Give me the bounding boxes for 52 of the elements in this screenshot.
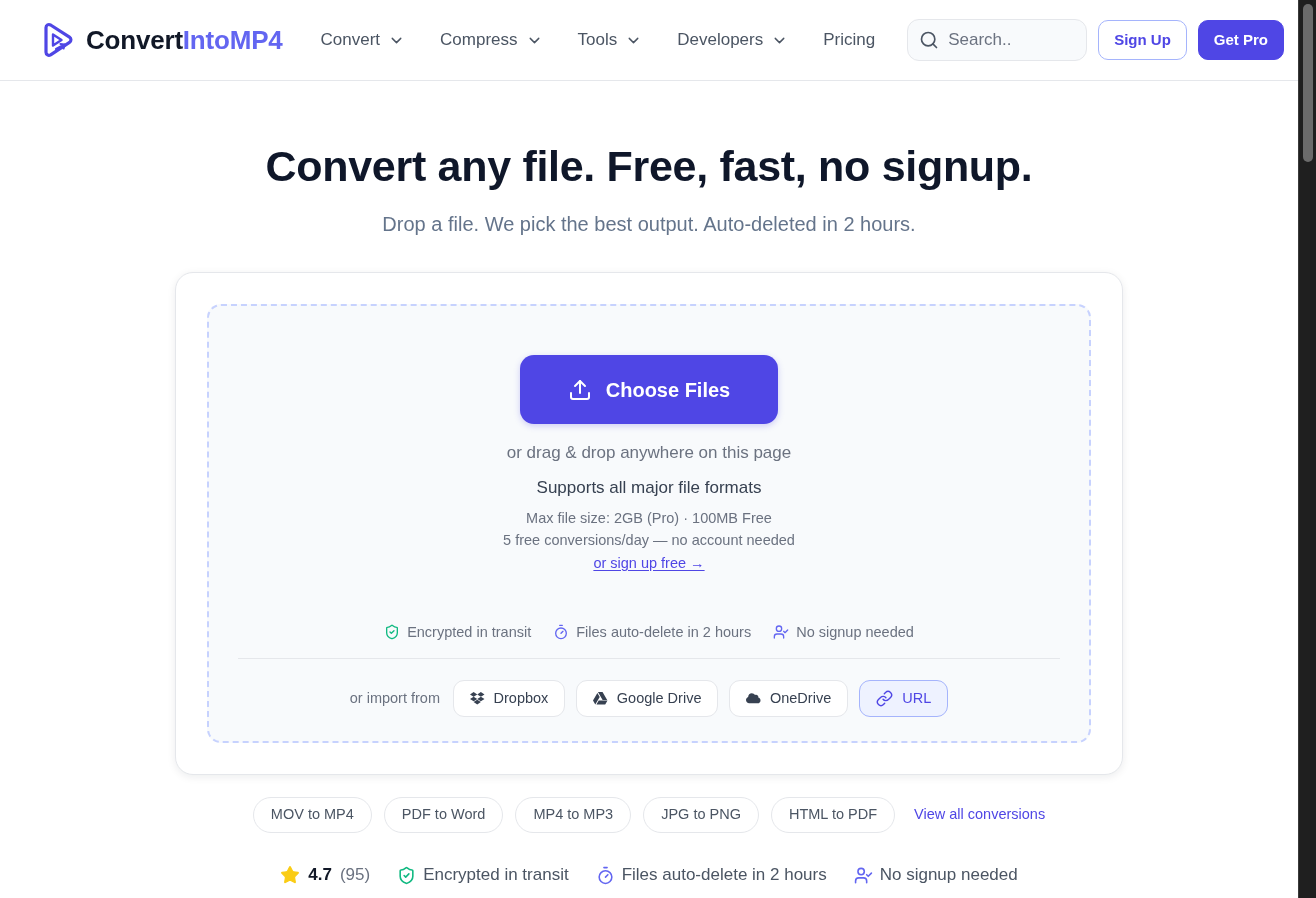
stopwatch-icon: [553, 624, 570, 640]
formats-text: Supports all major file formats: [536, 477, 762, 499]
drive-icon: [593, 691, 608, 706]
sign-up-button[interactable]: Sign Up: [1098, 20, 1187, 60]
trust-label: No signup needed: [796, 623, 914, 642]
sign-up-link[interactable]: or sign up free →: [593, 552, 705, 574]
nav-menu-item[interactable]: Developers: [677, 27, 789, 53]
import-source-button[interactable]: Dropbox: [453, 680, 566, 717]
rating-count: (95): [339, 864, 371, 886]
trust-label: Files auto-delete in 2 hours: [576, 623, 752, 642]
logo-icon[interactable]: [42, 22, 73, 58]
upload-icon: [567, 377, 592, 402]
nav-menu-item[interactable]: Convert: [320, 27, 406, 53]
nav-menu-item[interactable]: Pricing: [823, 27, 876, 53]
conversion-chip[interactable]: JPG to PNG: [643, 797, 759, 833]
import-source-button[interactable]: Google Drive: [576, 680, 719, 717]
scrollbar-thumb[interactable]: [1302, 4, 1313, 162]
trust-label: Encrypted in transit: [407, 623, 532, 642]
hero-title: Convert any file. Free, fast, no signup.: [265, 141, 1033, 192]
user-check-icon: [853, 865, 873, 885]
search-field[interactable]: Search..: [907, 19, 1088, 61]
shield-check-icon: [384, 624, 401, 640]
conversion-chip[interactable]: MOV to MP4: [252, 797, 372, 833]
shield-check-icon: [397, 865, 417, 885]
user-check-icon: [773, 624, 790, 640]
trust-label: No signup needed: [879, 864, 1018, 886]
choose-files-button[interactable]: Choose Files: [520, 355, 778, 424]
conversion-chip[interactable]: MP4 to MP3: [515, 797, 632, 833]
search-icon: [919, 30, 940, 50]
nav-menu-item[interactable]: Compress: [440, 27, 543, 53]
cloud-icon: [746, 691, 761, 706]
conversion-chip[interactable]: PDF to Word: [383, 797, 504, 833]
trust-label: Files auto-delete in 2 hours: [621, 864, 827, 886]
link-icon: [876, 690, 894, 707]
view-all-link[interactable]: View all conversions: [914, 804, 1046, 826]
import-source-button[interactable]: OneDrive: [729, 680, 849, 717]
stopwatch-icon: [595, 865, 615, 885]
hero-subtitle: Drop a file. We pick the best output. Auto-deleted in 2 hours.: [382, 212, 916, 237]
conversion-chip[interactable]: HTML to PDF: [770, 797, 896, 833]
rating-score: 4.7: [308, 864, 332, 886]
dropbox-icon: [470, 691, 485, 706]
star-icon: [280, 865, 301, 885]
import-label: or import from: [349, 688, 440, 708]
trust-label: Encrypted in transit: [423, 864, 569, 886]
drag-drop-hint: or drag & drop anywhere on this page: [506, 442, 792, 464]
limit-text: 5 free conversions/day — no account needed: [503, 531, 795, 550]
limit-text: Max file size: 2GB (Pro) · 100MB Free: [526, 509, 772, 528]
get-pro-button[interactable]: Get Pro: [1197, 20, 1284, 60]
logo-text[interactable]: ConvertIntoMP4: [86, 20, 283, 60]
import-source-button[interactable]: URL: [859, 680, 949, 717]
drop-zone[interactable]: [207, 304, 1091, 743]
nav-menu-item[interactable]: Tools: [577, 27, 643, 53]
